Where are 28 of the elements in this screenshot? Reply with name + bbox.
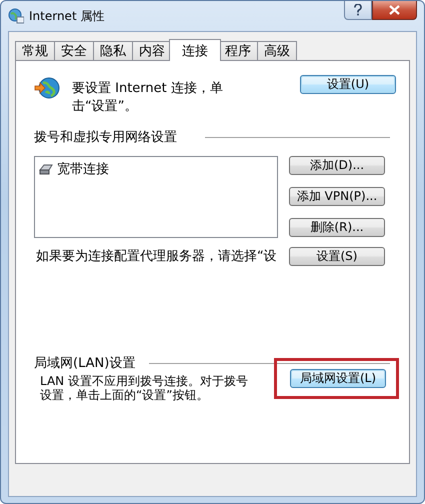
tab[interactable]: 隐私 bbox=[93, 41, 133, 60]
connection-list[interactable]: 宽带连接 bbox=[34, 156, 278, 238]
tab[interactable]: 内容 bbox=[132, 41, 172, 60]
add-button[interactable]: 添加 VPN(P)... bbox=[289, 187, 385, 206]
section-heading: 局域网(LAN)设置 bbox=[34, 355, 136, 372]
help-button[interactable] bbox=[344, 1, 372, 20]
section-heading: 拨号和虚拟专用网络设置 bbox=[34, 129, 177, 146]
add-button[interactable]: 添加(D)... bbox=[289, 156, 385, 175]
globe-settings-icon bbox=[8, 8, 24, 24]
close-icon bbox=[389, 5, 400, 15]
window-title: Internet 属性 bbox=[29, 8, 104, 24]
lan-description: LAN 设置不应用到拨号连接。对于拨号设置，单击上面的“设置”按钮。 bbox=[40, 374, 249, 402]
tab[interactable]: 连接 bbox=[169, 39, 221, 61]
help-icon bbox=[354, 4, 362, 16]
globe-arrow-icon bbox=[34, 75, 60, 101]
close-button[interactable] bbox=[372, 1, 417, 20]
tab[interactable]: 常规 bbox=[15, 41, 55, 60]
connection-name: 宽带连接 bbox=[57, 161, 109, 178]
tab[interactable]: 高级 bbox=[257, 41, 297, 60]
tab[interactable]: 安全 bbox=[54, 41, 94, 60]
tab[interactable]: 程序 bbox=[218, 41, 258, 60]
modem-icon bbox=[39, 163, 53, 175]
settings-button[interactable]: 设置(S) bbox=[289, 247, 385, 266]
remove-button[interactable]: 删除(R)... bbox=[289, 218, 385, 237]
lan-settings-button[interactable]: 局域网设置(L) bbox=[290, 369, 386, 388]
setup-button[interactable]: 设置(U) bbox=[300, 75, 396, 94]
setup-instruction: 要设置 Internet 连接，单击“设置”。 bbox=[72, 80, 224, 115]
proxy-instruction: 如果要为连接配置代理服务器，请选择“设 bbox=[36, 248, 277, 265]
